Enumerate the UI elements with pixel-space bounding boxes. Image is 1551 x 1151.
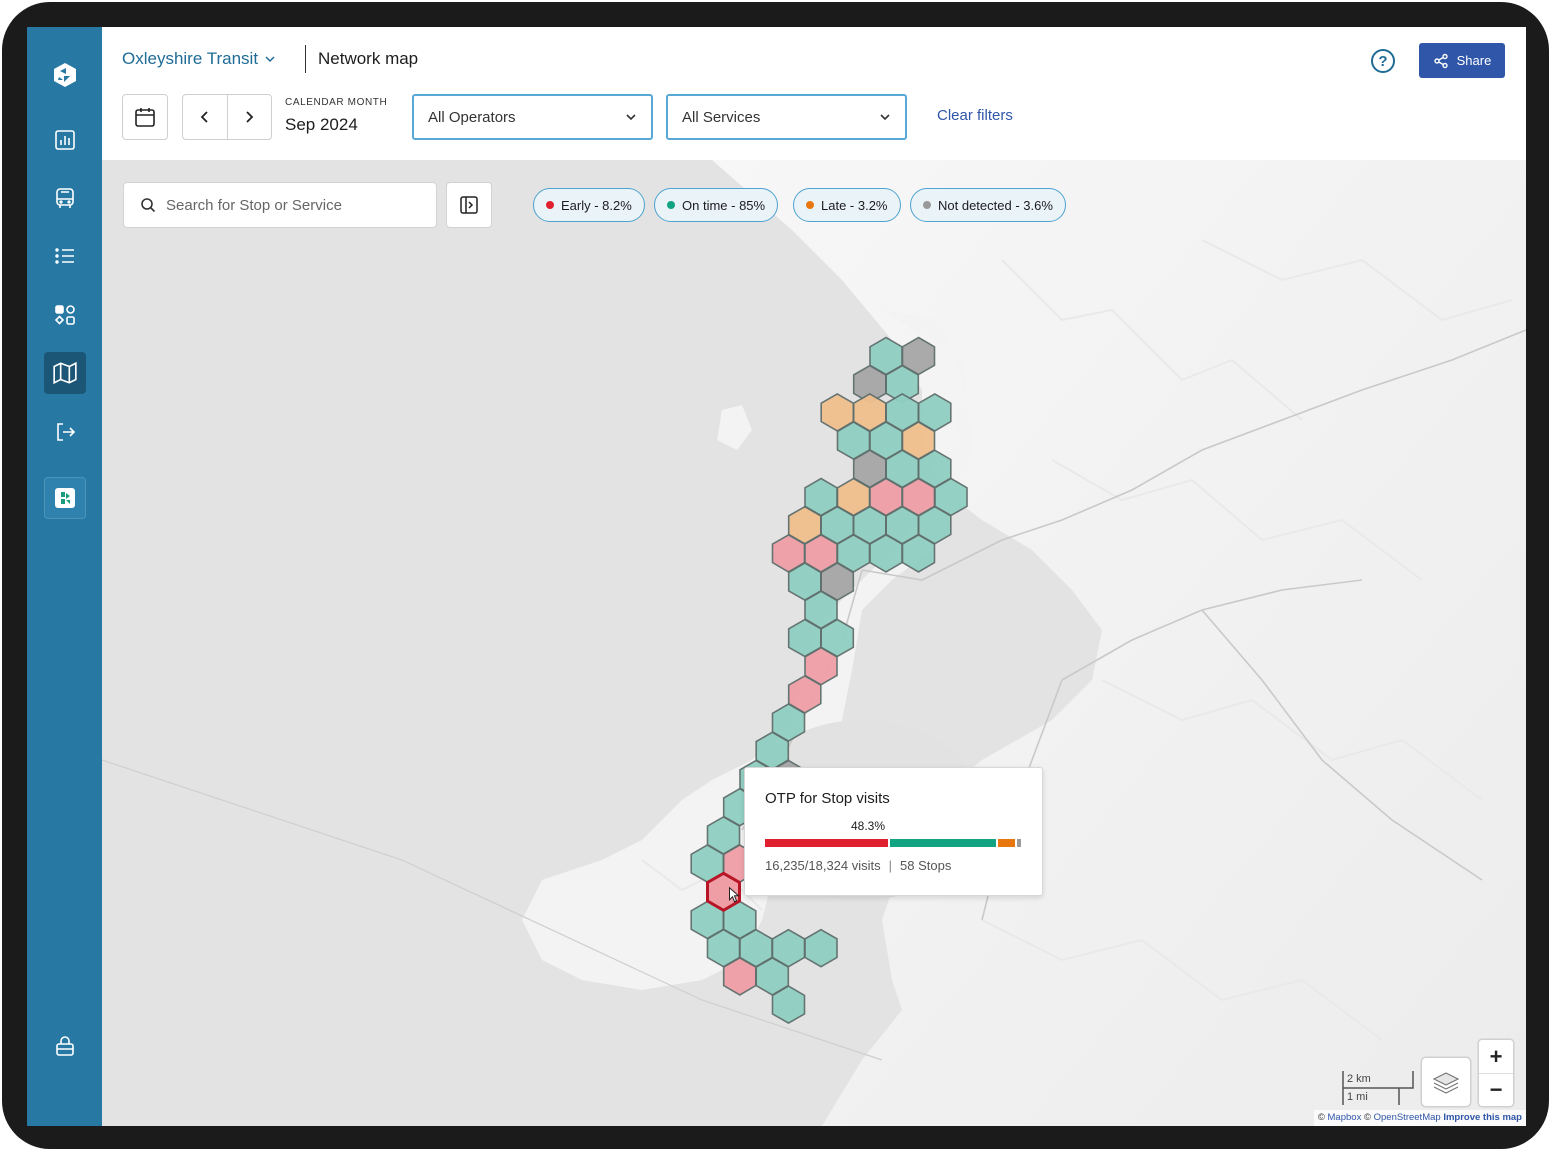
- list-icon[interactable]: [44, 235, 86, 277]
- tooltip-percent: 48.3%: [851, 819, 886, 833]
- device-frame: Oxleyshire Transit Network map ? Share C…: [2, 2, 1549, 1149]
- layers-icon: [1432, 1072, 1460, 1094]
- chevron-down-icon: [626, 114, 636, 121]
- tooltip-footer: 16,235/18,324 visits | 58 Stops: [765, 858, 951, 873]
- title-divider: [305, 45, 306, 73]
- otp-hex-cell[interactable]: [901, 533, 936, 573]
- sidebar-expand-icon: [460, 196, 478, 214]
- otp-stacked-bar: [765, 839, 1023, 847]
- otp-hex-cell[interactable]: [869, 533, 903, 573]
- app-switcher-icon[interactable]: [44, 477, 86, 519]
- otp-hex-layer[interactable]: [102, 160, 1526, 1126]
- osm-link[interactable]: OpenStreetMap: [1374, 1112, 1441, 1123]
- legend-label: Not detected - 3.6%: [938, 197, 1053, 213]
- legend-chip-on-time[interactable]: On time - 85%: [654, 188, 779, 222]
- otp-tooltip: OTP for Stop visits 48.3% 16,235/18,324 …: [744, 767, 1043, 896]
- chevron-down-icon: [265, 56, 275, 63]
- share-icon: [1433, 53, 1448, 68]
- legend-label: On time - 85%: [682, 197, 766, 213]
- chevron-left-icon: [200, 111, 208, 123]
- logo-icon[interactable]: [44, 54, 86, 96]
- services-select[interactable]: All Services: [666, 94, 907, 140]
- clear-filters-link[interactable]: Clear filters: [937, 107, 1013, 124]
- services-select-value: All Services: [682, 108, 761, 126]
- not-detected-dot-icon: [923, 201, 931, 209]
- analytics-chart-icon[interactable]: [44, 119, 86, 161]
- late-dot-icon: [806, 201, 814, 209]
- date-filter-label: CALENDAR MONTH: [285, 97, 388, 108]
- otp-bar-segment-on-time: [890, 839, 996, 847]
- legend-chip-late[interactable]: Late - 3.2%: [793, 188, 901, 222]
- footer-separator: |: [888, 858, 893, 873]
- next-month-button[interactable]: [226, 95, 272, 139]
- scale-mi: 1 mi: [1347, 1091, 1368, 1103]
- header: Oxleyshire Transit Network map ? Share C…: [102, 27, 1526, 160]
- share-label: Share: [1456, 53, 1492, 68]
- search-box[interactable]: Search for Stop or Service: [123, 182, 437, 228]
- otp-bar-segment-late: [998, 839, 1015, 847]
- otp-hex-cell[interactable]: [722, 956, 757, 996]
- app-screen: Oxleyshire Transit Network map ? Share C…: [27, 27, 1526, 1126]
- tooltip-title: OTP for Stop visits: [765, 790, 890, 807]
- scale-km: 2 km: [1347, 1073, 1371, 1085]
- early-dot-icon: [546, 201, 554, 209]
- sidebar: [27, 27, 102, 1126]
- date-filter-value: Sep 2024: [285, 115, 358, 134]
- tooltip-stops: 58 Stops: [900, 858, 952, 873]
- copyright-symbol: ©: [1317, 1112, 1325, 1123]
- copyright-symbol: ©: [1363, 1112, 1371, 1123]
- zoom-control: + −: [1479, 1040, 1513, 1106]
- search-icon: [141, 198, 156, 213]
- prev-month-button[interactable]: [183, 95, 227, 139]
- share-button[interactable]: Share: [1419, 43, 1505, 78]
- mapbox-link[interactable]: Mapbox: [1328, 1112, 1362, 1123]
- improve-map-link[interactable]: Improve this map: [1443, 1112, 1522, 1123]
- map-attribution: © Mapbox © OpenStreetMap Improve this ma…: [1313, 1110, 1526, 1126]
- legend-chip-early[interactable]: Early - 8.2%: [533, 188, 645, 222]
- legend-label: Late - 3.2%: [821, 197, 888, 213]
- operators-select-value: All Operators: [428, 108, 516, 126]
- map-icon[interactable]: [44, 352, 86, 394]
- lock-icon[interactable]: [44, 1025, 86, 1067]
- org-switcher[interactable]: Oxleyshire Transit: [122, 49, 276, 69]
- legend-chip-not-detected[interactable]: Not detected - 3.6%: [910, 188, 1066, 222]
- map-scale: 2 km 1 mi: [1342, 1071, 1414, 1105]
- otp-hex-cell[interactable]: [804, 928, 838, 968]
- legend-label: Early - 8.2%: [561, 197, 632, 213]
- on-time-dot-icon: [667, 201, 675, 209]
- calendar-icon: [135, 108, 155, 127]
- operators-select[interactable]: All Operators: [412, 94, 653, 140]
- layers-button[interactable]: [1422, 1058, 1470, 1106]
- zoom-in-button[interactable]: +: [1479, 1040, 1513, 1073]
- bus-icon[interactable]: [44, 177, 86, 219]
- month-nav: [182, 94, 272, 140]
- chevron-right-icon: [246, 111, 254, 123]
- panel-toggle-button[interactable]: [446, 182, 492, 228]
- help-icon[interactable]: ?: [1371, 49, 1395, 73]
- logout-icon[interactable]: [44, 411, 86, 453]
- otp-bar-segment-early: [765, 839, 888, 847]
- otp-bar-segment-not-detected: [1017, 839, 1021, 847]
- zoom-out-button[interactable]: −: [1479, 1073, 1513, 1106]
- page-title: Network map: [318, 49, 419, 68]
- org-name: Oxleyshire Transit: [122, 49, 259, 68]
- chevron-down-icon: [880, 114, 890, 121]
- search-placeholder: Search for Stop or Service: [166, 196, 342, 214]
- network-map[interactable]: Search for Stop or Service Early - 8.2% …: [102, 160, 1526, 1126]
- tooltip-visits: 16,235/18,324 visits: [765, 858, 881, 873]
- shapes-icon[interactable]: [44, 294, 86, 336]
- calendar-button[interactable]: [122, 94, 168, 140]
